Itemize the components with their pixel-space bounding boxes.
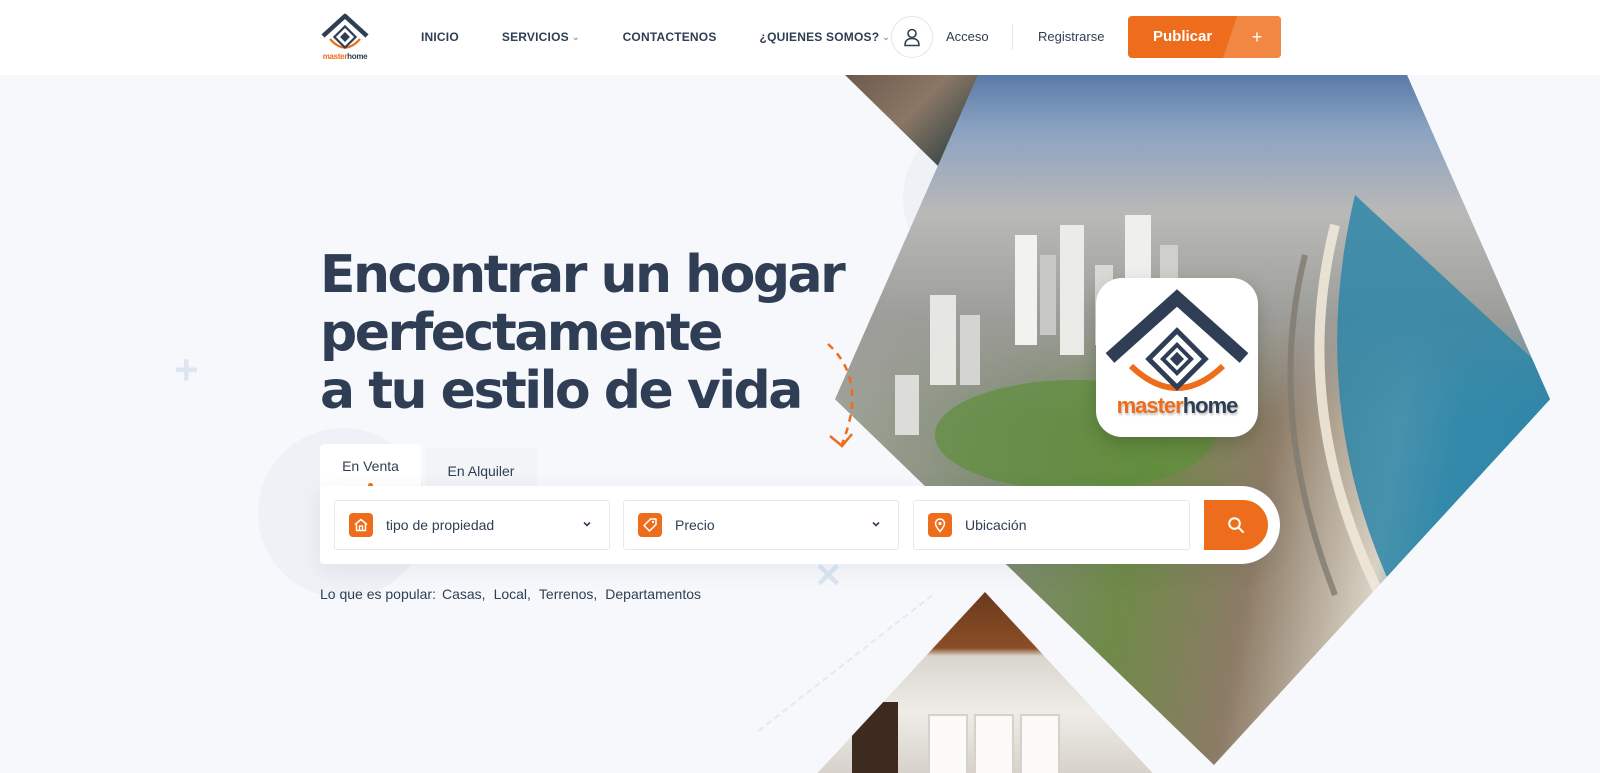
- logo-text-home: home: [347, 52, 368, 61]
- search-button[interactable]: [1204, 500, 1268, 550]
- cabinet-door: [1020, 714, 1060, 773]
- hero-line: a tu estilo de vida: [320, 361, 803, 421]
- chevron-down-icon: [583, 521, 591, 527]
- tab-label: En Venta: [342, 458, 399, 474]
- price-select[interactable]: Precio: [623, 500, 899, 550]
- nav-item-label: CONTACTENOS: [622, 30, 717, 44]
- brand-logo-card: masterhome: [1096, 278, 1258, 437]
- nav-item-servicios[interactable]: SERVICIOS ⌄: [502, 30, 580, 44]
- price-label: Precio: [675, 517, 715, 533]
- separator: ,: [481, 586, 486, 602]
- property-search-bar: tipo de propiedad Precio Ubicación: [320, 486, 1280, 564]
- property-type-select[interactable]: tipo de propiedad: [334, 500, 610, 550]
- hero-heading: Encontrar un hogar perfectamente a tu es…: [320, 245, 846, 421]
- publish-button-label: Publicar: [1153, 28, 1213, 45]
- brand-logo-text: masterhome: [320, 52, 370, 61]
- popular-link-local[interactable]: Local: [494, 586, 527, 602]
- brand-logo-text: masterhome: [1096, 393, 1258, 419]
- cabinet-door: [974, 714, 1014, 773]
- window-frame: [852, 702, 898, 773]
- chevron-down-icon: [872, 521, 880, 527]
- house-logo-icon: [321, 13, 369, 50]
- home-icon: [349, 513, 373, 537]
- nav-item-quienes-somos[interactable]: ¿QUIENES SOMOS? ⌄: [760, 30, 890, 44]
- header-divider: [1012, 24, 1013, 50]
- nav-item-label: SERVICIOS: [501, 30, 569, 44]
- separator: ,: [527, 586, 531, 602]
- cabinet-door: [928, 714, 968, 773]
- location-label: Ubicación: [965, 517, 1027, 533]
- nav-item-label: ¿QUIENES SOMOS?: [759, 30, 880, 44]
- separator: ,: [593, 586, 598, 602]
- location-input[interactable]: Ubicación: [913, 500, 1190, 550]
- register-link[interactable]: Registrarse: [1038, 29, 1104, 44]
- decorative-plus-icon: +: [174, 346, 199, 393]
- tab-label: En Alquiler: [447, 463, 515, 479]
- publish-button[interactable]: Publicar +: [1128, 16, 1281, 58]
- plus-icon: +: [1223, 16, 1281, 58]
- popular-searches: Lo que es popular: Casas, Local, Terreno…: [320, 586, 701, 602]
- popular-link-terrenos[interactable]: Terrenos: [539, 586, 593, 602]
- chevron-down-icon: ⌄: [571, 31, 580, 42]
- search-icon: [1228, 517, 1244, 533]
- site-header: masterhome INICIO SERVICIOS ⌄ CONTACTENOS…: [0, 0, 1600, 75]
- house-logo-icon: [1105, 289, 1249, 391]
- hero-line: perfectamente: [320, 303, 723, 363]
- logo-text-home: home: [1182, 393, 1239, 418]
- nav-item-inicio[interactable]: INICIO: [421, 30, 459, 44]
- property-type-label: tipo de propiedad: [386, 517, 495, 533]
- nav-item-label: INICIO: [421, 30, 459, 44]
- popular-label: Lo que es popular:: [320, 586, 436, 602]
- brand-logo[interactable]: masterhome: [320, 12, 370, 62]
- logo-text-master: master: [1116, 393, 1184, 418]
- hero-line: Encontrar un hogar: [320, 245, 846, 305]
- price-tag-icon: [638, 513, 662, 537]
- location-pin-icon: [928, 513, 952, 537]
- user-account-button[interactable]: [891, 16, 933, 58]
- chevron-down-icon: ⌄: [882, 31, 890, 42]
- user-icon: [904, 28, 920, 47]
- nav-item-contactenos[interactable]: CONTACTENOS: [623, 30, 717, 44]
- popular-link-departamentos[interactable]: Departamentos: [605, 586, 701, 602]
- main-nav: INICIO SERVICIOS ⌄ CONTACTENOS ¿QUIENES S…: [421, 30, 933, 44]
- login-link[interactable]: Acceso: [946, 29, 989, 44]
- popular-link-casas[interactable]: Casas: [442, 586, 482, 602]
- logo-text-master: master: [322, 52, 348, 61]
